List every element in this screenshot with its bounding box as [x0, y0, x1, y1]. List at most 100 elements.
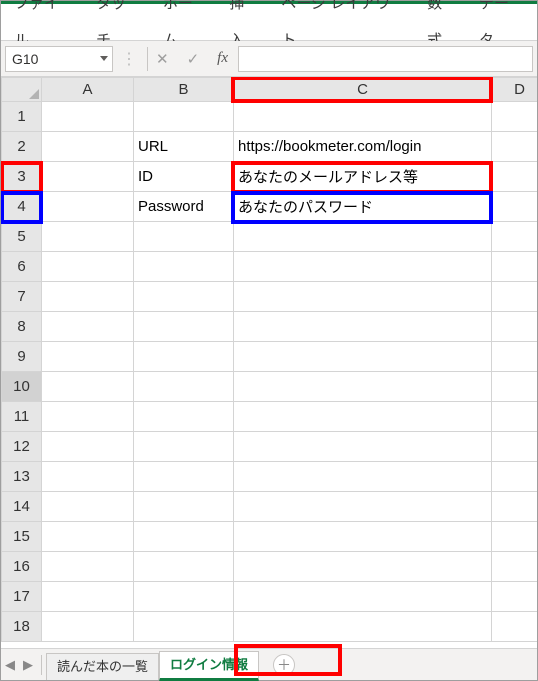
cell[interactable]	[134, 432, 234, 462]
worksheet-grid[interactable]: A B C D 1 2URLhttps://bookmeter.com/logi…	[1, 77, 537, 648]
cell[interactable]	[134, 462, 234, 492]
cell[interactable]	[42, 402, 134, 432]
cell[interactable]	[42, 192, 134, 222]
cell[interactable]	[492, 582, 538, 612]
cell[interactable]	[234, 432, 492, 462]
cell[interactable]	[492, 462, 538, 492]
cell-b2[interactable]: URL	[134, 132, 234, 162]
formula-input[interactable]	[238, 46, 533, 72]
name-box[interactable]: G10	[5, 46, 113, 72]
cell[interactable]	[492, 402, 538, 432]
cell[interactable]	[234, 222, 492, 252]
cell[interactable]	[134, 492, 234, 522]
cell[interactable]	[492, 492, 538, 522]
cell[interactable]	[234, 372, 492, 402]
cell[interactable]	[492, 162, 538, 192]
cell[interactable]	[492, 282, 538, 312]
cell[interactable]	[492, 372, 538, 402]
cell[interactable]	[134, 612, 234, 642]
cell[interactable]	[134, 552, 234, 582]
row-header[interactable]: 13	[2, 462, 42, 492]
cell[interactable]	[492, 102, 538, 132]
cell-c3[interactable]: あなたのメールアドレス等	[234, 162, 492, 192]
add-sheet-button[interactable]: ＋	[273, 654, 295, 676]
cell[interactable]	[134, 252, 234, 282]
cell-c2[interactable]: https://bookmeter.com/login	[234, 132, 492, 162]
cell[interactable]	[492, 552, 538, 582]
cell[interactable]	[42, 312, 134, 342]
sheet-tab-login[interactable]: ログイン情報	[159, 651, 259, 681]
row-header[interactable]: 4	[2, 192, 42, 222]
cell[interactable]	[42, 552, 134, 582]
cell[interactable]	[234, 312, 492, 342]
cell[interactable]	[42, 372, 134, 402]
col-header-d[interactable]: D	[492, 78, 538, 102]
name-box-dropdown-icon[interactable]	[100, 56, 108, 61]
sheet-nav-prev[interactable]: ◀	[1, 657, 19, 673]
row-header[interactable]: 5	[2, 222, 42, 252]
cell[interactable]	[234, 552, 492, 582]
cell[interactable]	[42, 522, 134, 552]
cell[interactable]	[42, 612, 134, 642]
cell-c4[interactable]: あなたのパスワード	[234, 192, 492, 222]
cell[interactable]	[42, 132, 134, 162]
cancel-icon[interactable]: ✕	[156, 50, 169, 68]
cell[interactable]	[42, 162, 134, 192]
col-header-b[interactable]: B	[134, 78, 234, 102]
cell[interactable]	[134, 402, 234, 432]
enter-icon[interactable]: ✓	[187, 50, 200, 68]
row-header[interactable]: 3	[2, 162, 42, 192]
cell[interactable]	[42, 342, 134, 372]
col-header-c[interactable]: C	[234, 78, 492, 102]
row-header[interactable]: 15	[2, 522, 42, 552]
cell-b3[interactable]: ID	[134, 162, 234, 192]
cell[interactable]	[492, 132, 538, 162]
cell[interactable]	[134, 222, 234, 252]
row-header[interactable]: 7	[2, 282, 42, 312]
cell[interactable]	[234, 612, 492, 642]
cell[interactable]	[234, 282, 492, 312]
cell[interactable]	[492, 432, 538, 462]
cell[interactable]	[234, 492, 492, 522]
cell[interactable]	[42, 462, 134, 492]
cell[interactable]	[234, 462, 492, 492]
cell[interactable]	[492, 252, 538, 282]
cell[interactable]	[234, 522, 492, 552]
cell-b4[interactable]: Password	[134, 192, 234, 222]
row-header[interactable]: 9	[2, 342, 42, 372]
cell[interactable]	[234, 342, 492, 372]
cell[interactable]	[134, 312, 234, 342]
cell[interactable]	[134, 582, 234, 612]
cell[interactable]	[492, 522, 538, 552]
row-header[interactable]: 14	[2, 492, 42, 522]
fx-icon[interactable]: fx	[217, 50, 228, 67]
cell[interactable]	[492, 612, 538, 642]
cell[interactable]	[134, 102, 234, 132]
cell[interactable]	[134, 372, 234, 402]
row-header[interactable]: 10	[2, 372, 42, 402]
row-header[interactable]: 12	[2, 432, 42, 462]
select-all-corner[interactable]	[2, 78, 42, 102]
cell[interactable]	[42, 282, 134, 312]
cell[interactable]	[234, 402, 492, 432]
cell[interactable]	[134, 342, 234, 372]
row-header[interactable]: 2	[2, 132, 42, 162]
cell[interactable]	[492, 192, 538, 222]
sheet-tab-readbooks[interactable]: 読んだ本の一覧	[46, 653, 159, 680]
cell[interactable]	[134, 282, 234, 312]
cell[interactable]	[42, 102, 134, 132]
cell[interactable]	[492, 222, 538, 252]
row-header[interactable]: 18	[2, 612, 42, 642]
cell[interactable]	[42, 432, 134, 462]
row-header[interactable]: 11	[2, 402, 42, 432]
cell[interactable]	[234, 582, 492, 612]
cell[interactable]	[234, 252, 492, 282]
row-header[interactable]: 16	[2, 552, 42, 582]
cell[interactable]	[492, 312, 538, 342]
row-header[interactable]: 17	[2, 582, 42, 612]
col-header-a[interactable]: A	[42, 78, 134, 102]
cell[interactable]	[42, 492, 134, 522]
cell[interactable]	[42, 582, 134, 612]
cell[interactable]	[134, 522, 234, 552]
cell[interactable]	[42, 252, 134, 282]
